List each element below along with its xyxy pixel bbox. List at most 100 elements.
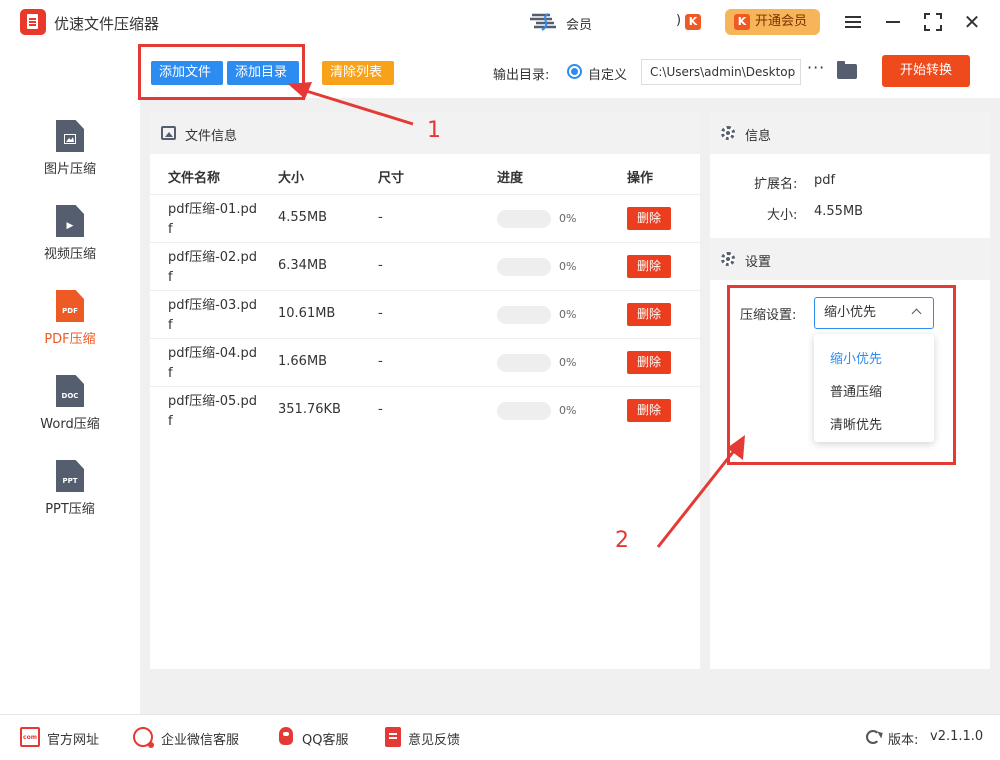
member-text[interactable]: 会员	[566, 14, 592, 33]
wechat-support-link[interactable]: 企业微信客服	[161, 729, 239, 748]
sidebar: 图片压缩 ▶ 视频压缩 PDF PDF压缩 DOC Word压缩 PPT PPT…	[0, 44, 140, 714]
column-header-name: 文件名称	[168, 171, 221, 186]
file-info-panel: 文件信息 文件名称 大小 尺寸 进度 操作 pdf压缩-01.pdf 4.55MB…	[150, 112, 700, 669]
doc-file-tag: DOC	[61, 392, 79, 400]
sidebar-item-image[interactable]: 图片压缩	[0, 120, 140, 200]
k-icon: K	[685, 14, 701, 30]
footer: 官方网址 企业微信客服 QQ客服 意见反馈 版本: v2.1.1.0	[0, 714, 1000, 760]
progress-bar	[497, 258, 551, 276]
progress-bar	[497, 354, 551, 372]
maximize-icon[interactable]	[921, 10, 945, 34]
table-row: pdf压缩-03.pdf 10.61MB - 0% 删除	[150, 290, 700, 338]
table-row: pdf压缩-01.pdf 4.55MB - 0% 删除	[150, 194, 700, 242]
start-convert-button[interactable]: 开始转换	[882, 55, 970, 87]
refresh-icon[interactable]	[866, 730, 880, 744]
vip-button[interactable]: K 开通会员	[725, 9, 820, 35]
paren-glyph: )	[676, 13, 682, 28]
delete-button[interactable]: 删除	[627, 351, 671, 374]
column-header-size: 大小	[278, 171, 305, 186]
pdf-file-tag: PDF	[62, 307, 78, 315]
progress-text: 0%	[559, 212, 577, 225]
sidebar-item-label: Word压缩	[40, 417, 100, 432]
file-size-cell: 6.34MB	[278, 258, 328, 273]
menu-icon[interactable]	[841, 10, 865, 34]
file-name-cell: pdf压缩-01.pdf	[168, 202, 257, 237]
custom-dir-label[interactable]: 自定义	[588, 64, 627, 83]
gear-icon	[721, 252, 735, 266]
delete-button[interactable]: 删除	[627, 303, 671, 326]
column-header-action: 操作	[627, 171, 654, 186]
vip-k-icon: K	[734, 14, 750, 30]
vip-button-label: 开通会员	[755, 14, 808, 29]
progress-bar	[497, 210, 551, 228]
custom-dir-radio[interactable]	[567, 64, 582, 79]
table-row: pdf压缩-02.pdf 6.34MB - 0% 删除	[150, 242, 700, 290]
file-dimension-cell: -	[378, 306, 383, 321]
qq-icon	[276, 727, 296, 747]
file-dimension-cell: -	[378, 210, 383, 225]
more-icon[interactable]: ···	[807, 58, 825, 77]
annotation-label-1: 1	[427, 118, 441, 143]
qq-support-link[interactable]: QQ客服	[302, 729, 348, 748]
annotation-box-1	[138, 44, 305, 100]
progress-text: 0%	[559, 404, 577, 417]
delete-button[interactable]: 删除	[627, 255, 671, 278]
file-panel-header: 文件信息	[150, 112, 700, 154]
info-panel-header: 信息	[710, 112, 990, 154]
column-header-dimension: 尺寸	[378, 171, 405, 186]
file-dimension-cell: -	[378, 354, 383, 369]
app-title: 优速文件压缩器	[54, 15, 160, 33]
close-icon[interactable]: ✕	[960, 10, 984, 34]
size-value: 4.55MB	[814, 204, 864, 219]
sidebar-item-pdf[interactable]: PDF PDF压缩	[0, 290, 140, 370]
file-size-cell: 351.76KB	[278, 402, 341, 417]
output-dir-label: 输出目录:	[493, 68, 550, 83]
delete-button[interactable]: 删除	[627, 207, 671, 230]
member-logo-icon	[530, 13, 556, 31]
video-file-icon: ▶	[56, 205, 84, 237]
ppt-file-icon: PPT	[56, 460, 84, 492]
table-row: pdf压缩-04.pdf 1.66MB - 0% 删除	[150, 338, 700, 386]
sidebar-item-label: 图片压缩	[43, 162, 96, 177]
sidebar-item-video[interactable]: ▶ 视频压缩	[0, 205, 140, 285]
delete-button[interactable]: 删除	[627, 399, 671, 422]
column-header-progress: 进度	[497, 171, 524, 186]
file-dimension-cell: -	[378, 402, 383, 417]
annotation-box-2	[727, 285, 956, 465]
extension-label: 扩展名:	[754, 177, 798, 192]
file-size-cell: 1.66MB	[278, 354, 328, 369]
image-file-icon	[56, 120, 84, 152]
website-icon	[20, 727, 40, 747]
progress-text: 0%	[559, 356, 577, 369]
settings-header: 设置	[710, 238, 990, 280]
file-size-cell: 4.55MB	[278, 210, 328, 225]
progress-bar	[497, 306, 551, 324]
output-path-input[interactable]: C:\Users\admin\Desktop	[641, 59, 801, 85]
file-name-cell: pdf压缩-03.pdf	[168, 298, 257, 333]
clear-list-button[interactable]: 清除列表	[322, 61, 394, 85]
website-link[interactable]: 官方网址	[47, 729, 99, 748]
settings-title: 设置	[745, 255, 772, 270]
video-file-tag: ▶	[66, 221, 74, 231]
wechat-icon	[133, 727, 154, 748]
annotation-label-2: 2	[615, 528, 629, 553]
file-name-cell: pdf压缩-04.pdf	[168, 346, 257, 381]
minimize-icon[interactable]	[881, 10, 905, 34]
feedback-link[interactable]: 意见反馈	[408, 729, 460, 748]
gear-icon	[721, 126, 735, 140]
vip-badge[interactable]: ) K	[676, 13, 702, 31]
folder-icon[interactable]	[837, 61, 857, 79]
sidebar-item-label: PDF压缩	[44, 332, 96, 347]
file-name-cell: pdf压缩-02.pdf	[168, 250, 257, 285]
extension-value: pdf	[814, 173, 836, 188]
version-label: 版本:	[888, 733, 919, 748]
sidebar-item-word[interactable]: DOC Word压缩	[0, 375, 140, 455]
ppt-file-tag: PPT	[62, 477, 78, 485]
progress-text: 0%	[559, 260, 577, 273]
progress-text: 0%	[559, 308, 577, 321]
doc-file-icon: DOC	[56, 375, 84, 407]
feedback-icon	[385, 727, 401, 747]
progress-bar	[497, 402, 551, 420]
file-size-cell: 10.61MB	[278, 306, 336, 321]
sidebar-item-ppt[interactable]: PPT PPT压缩	[0, 460, 140, 540]
